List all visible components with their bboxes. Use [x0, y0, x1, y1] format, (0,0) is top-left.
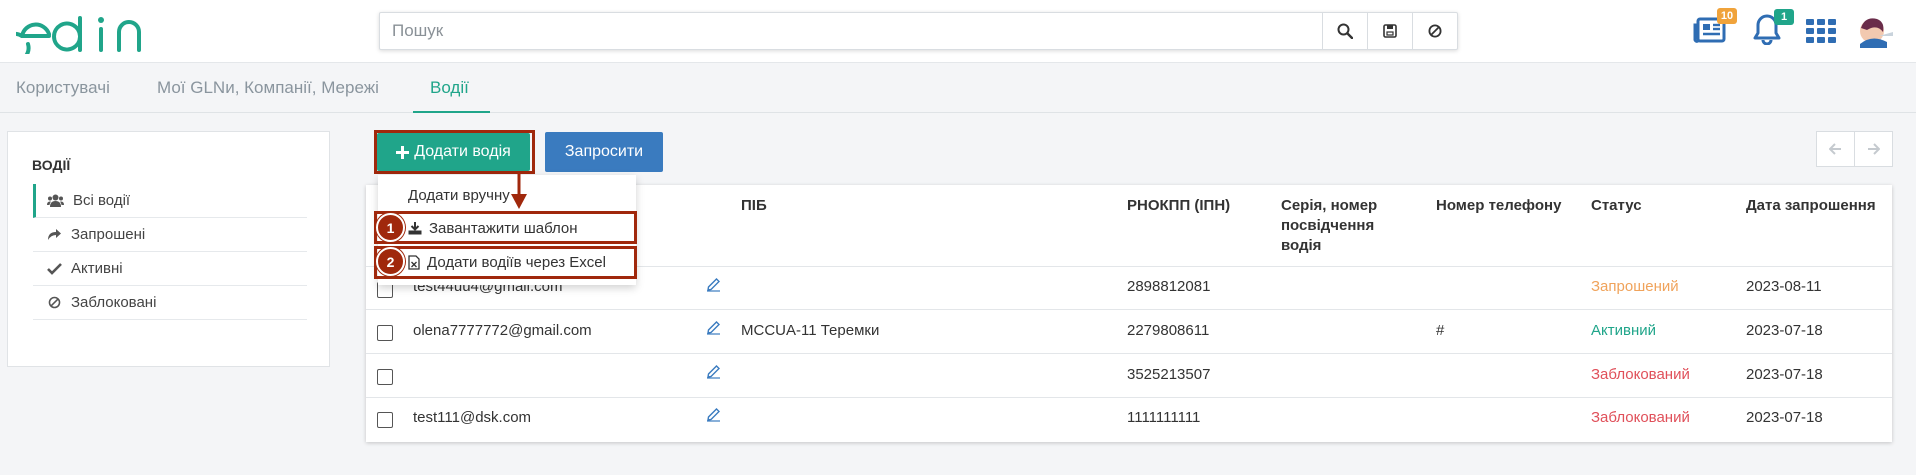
sidebar-item-all-drivers[interactable]: Всі водії [33, 184, 307, 218]
row-ipn: 3525213507 [1127, 366, 1211, 383]
sidebar-item-blocked[interactable]: Заблоковані [33, 286, 307, 320]
row-email: test111@dsk.com [413, 409, 532, 426]
prev-page-button[interactable] [1817, 132, 1854, 166]
column-header-phone[interactable]: Номер телефону [1436, 196, 1561, 216]
row-checkbox[interactable] [377, 412, 393, 428]
invite-button[interactable]: Запросити [545, 132, 663, 172]
add-via-excel-label: Додати водіїв через Excel [427, 253, 606, 271]
pencil-icon[interactable] [706, 364, 721, 379]
download-template-item[interactable]: Завантажити шаблон [378, 212, 636, 244]
sidebar-item-label: Всі водії [73, 192, 131, 209]
share-icon [48, 229, 61, 240]
row-status: Запрошений [1591, 278, 1679, 295]
apps-grid-icon [1806, 19, 1836, 43]
arrow-left-icon [1829, 143, 1841, 155]
row-date: 2023-07-18 [1746, 322, 1823, 339]
download-icon [408, 221, 422, 234]
highlight-frame [374, 130, 535, 174]
add-via-excel-item[interactable]: Додати водіїв через Excel [378, 246, 636, 278]
save-search-button[interactable] [1367, 13, 1412, 49]
sidebar-title: ВОДІЇ [32, 157, 71, 173]
row-date: 2023-07-18 [1746, 366, 1823, 383]
add-manually-item[interactable]: Додати вручну [378, 179, 636, 211]
users-icon [47, 194, 64, 207]
save-icon [1383, 24, 1397, 38]
column-header-name[interactable]: ПІБ [741, 196, 767, 216]
next-page-button[interactable] [1854, 132, 1892, 166]
tab-bar: Користувачі Мої GLNи, Компанії, Мережі В… [0, 64, 1916, 113]
pointer-arrow [511, 172, 527, 209]
search-button[interactable] [1322, 13, 1367, 49]
column-header-line: Серія, номер [1281, 197, 1378, 214]
row-divider [366, 353, 1892, 354]
pagination [1816, 131, 1893, 167]
add-driver-dropdown: Додати вручну Завантажити шаблон Додати … [378, 175, 636, 285]
row-phone: # [1436, 322, 1445, 339]
row-ipn: 2279808611 [1127, 322, 1210, 339]
tab-drivers[interactable]: Водії [430, 78, 469, 98]
column-header-invite-date[interactable]: Дата запрошення [1746, 196, 1876, 216]
step-badge: 2 [376, 247, 405, 276]
drivers-sidebar: ВОДІЇ Всі водії Запрошені Активні Заблок… [7, 131, 330, 367]
pencil-icon[interactable] [706, 277, 721, 292]
row-email: olena7777772@gmail.com [413, 322, 592, 339]
tab-users[interactable]: Користувачі [16, 78, 110, 98]
search-bar [379, 12, 1458, 50]
clear-search-button[interactable] [1412, 13, 1457, 49]
row-divider [366, 397, 1892, 398]
arrow-right-icon [1868, 143, 1880, 155]
sidebar-item-active[interactable]: Активні [33, 252, 307, 286]
row-status: Заблокований [1591, 409, 1690, 426]
column-header-license[interactable]: Серія, номер посвідчення водія [1281, 196, 1377, 256]
row-status: Активний [1591, 322, 1656, 339]
search-icon [1337, 23, 1353, 39]
pencil-icon[interactable] [706, 320, 721, 335]
pencil-icon[interactable] [706, 407, 721, 422]
column-header-line: водія [1281, 237, 1322, 254]
excel-file-icon [408, 254, 420, 270]
news-badge: 10 [1717, 8, 1737, 24]
tab-gln-companies-networks[interactable]: Мої GLNи, Компанії, Мережі [157, 78, 379, 98]
notifications-badge: 1 [1774, 9, 1794, 25]
check-icon [47, 263, 62, 275]
sidebar-item-label: Запрошені [71, 226, 146, 243]
avatar[interactable] [1857, 14, 1895, 53]
sidebar-item-label: Активні [71, 260, 123, 277]
sidebar-item-label: Заблоковані [71, 294, 157, 311]
search-input[interactable] [380, 13, 1322, 49]
column-header-ipn[interactable]: РНОКПП (ІПН) [1127, 196, 1230, 216]
active-tab-indicator [413, 111, 490, 113]
step-badge: 1 [376, 213, 405, 242]
row-checkbox[interactable] [377, 369, 393, 385]
download-template-label: Завантажити шаблон [429, 219, 578, 237]
column-header-line: посвідчення [1281, 217, 1375, 234]
notifications-button[interactable]: 1 [1752, 9, 1794, 50]
sidebar-item-invited[interactable]: Запрошені [33, 218, 307, 252]
row-divider [366, 309, 1892, 310]
row-name: МССUA-11 Теремки [741, 322, 880, 339]
news-button[interactable]: 10 [1693, 8, 1737, 49]
edin-logo[interactable] [0, 12, 161, 64]
apps-menu-button[interactable] [1806, 19, 1836, 48]
block-icon [1428, 24, 1442, 38]
row-ipn: 1111111111 [1127, 409, 1201, 426]
top-header: 10 1 [0, 0, 1916, 64]
row-date: 2023-08-11 [1746, 278, 1822, 295]
column-header-status[interactable]: Статус [1591, 196, 1642, 216]
block-icon [48, 296, 61, 309]
row-ipn: 2898812081 [1127, 278, 1211, 295]
row-status: Заблокований [1591, 366, 1690, 383]
row-checkbox[interactable] [377, 325, 393, 341]
row-date: 2023-07-18 [1746, 409, 1823, 426]
